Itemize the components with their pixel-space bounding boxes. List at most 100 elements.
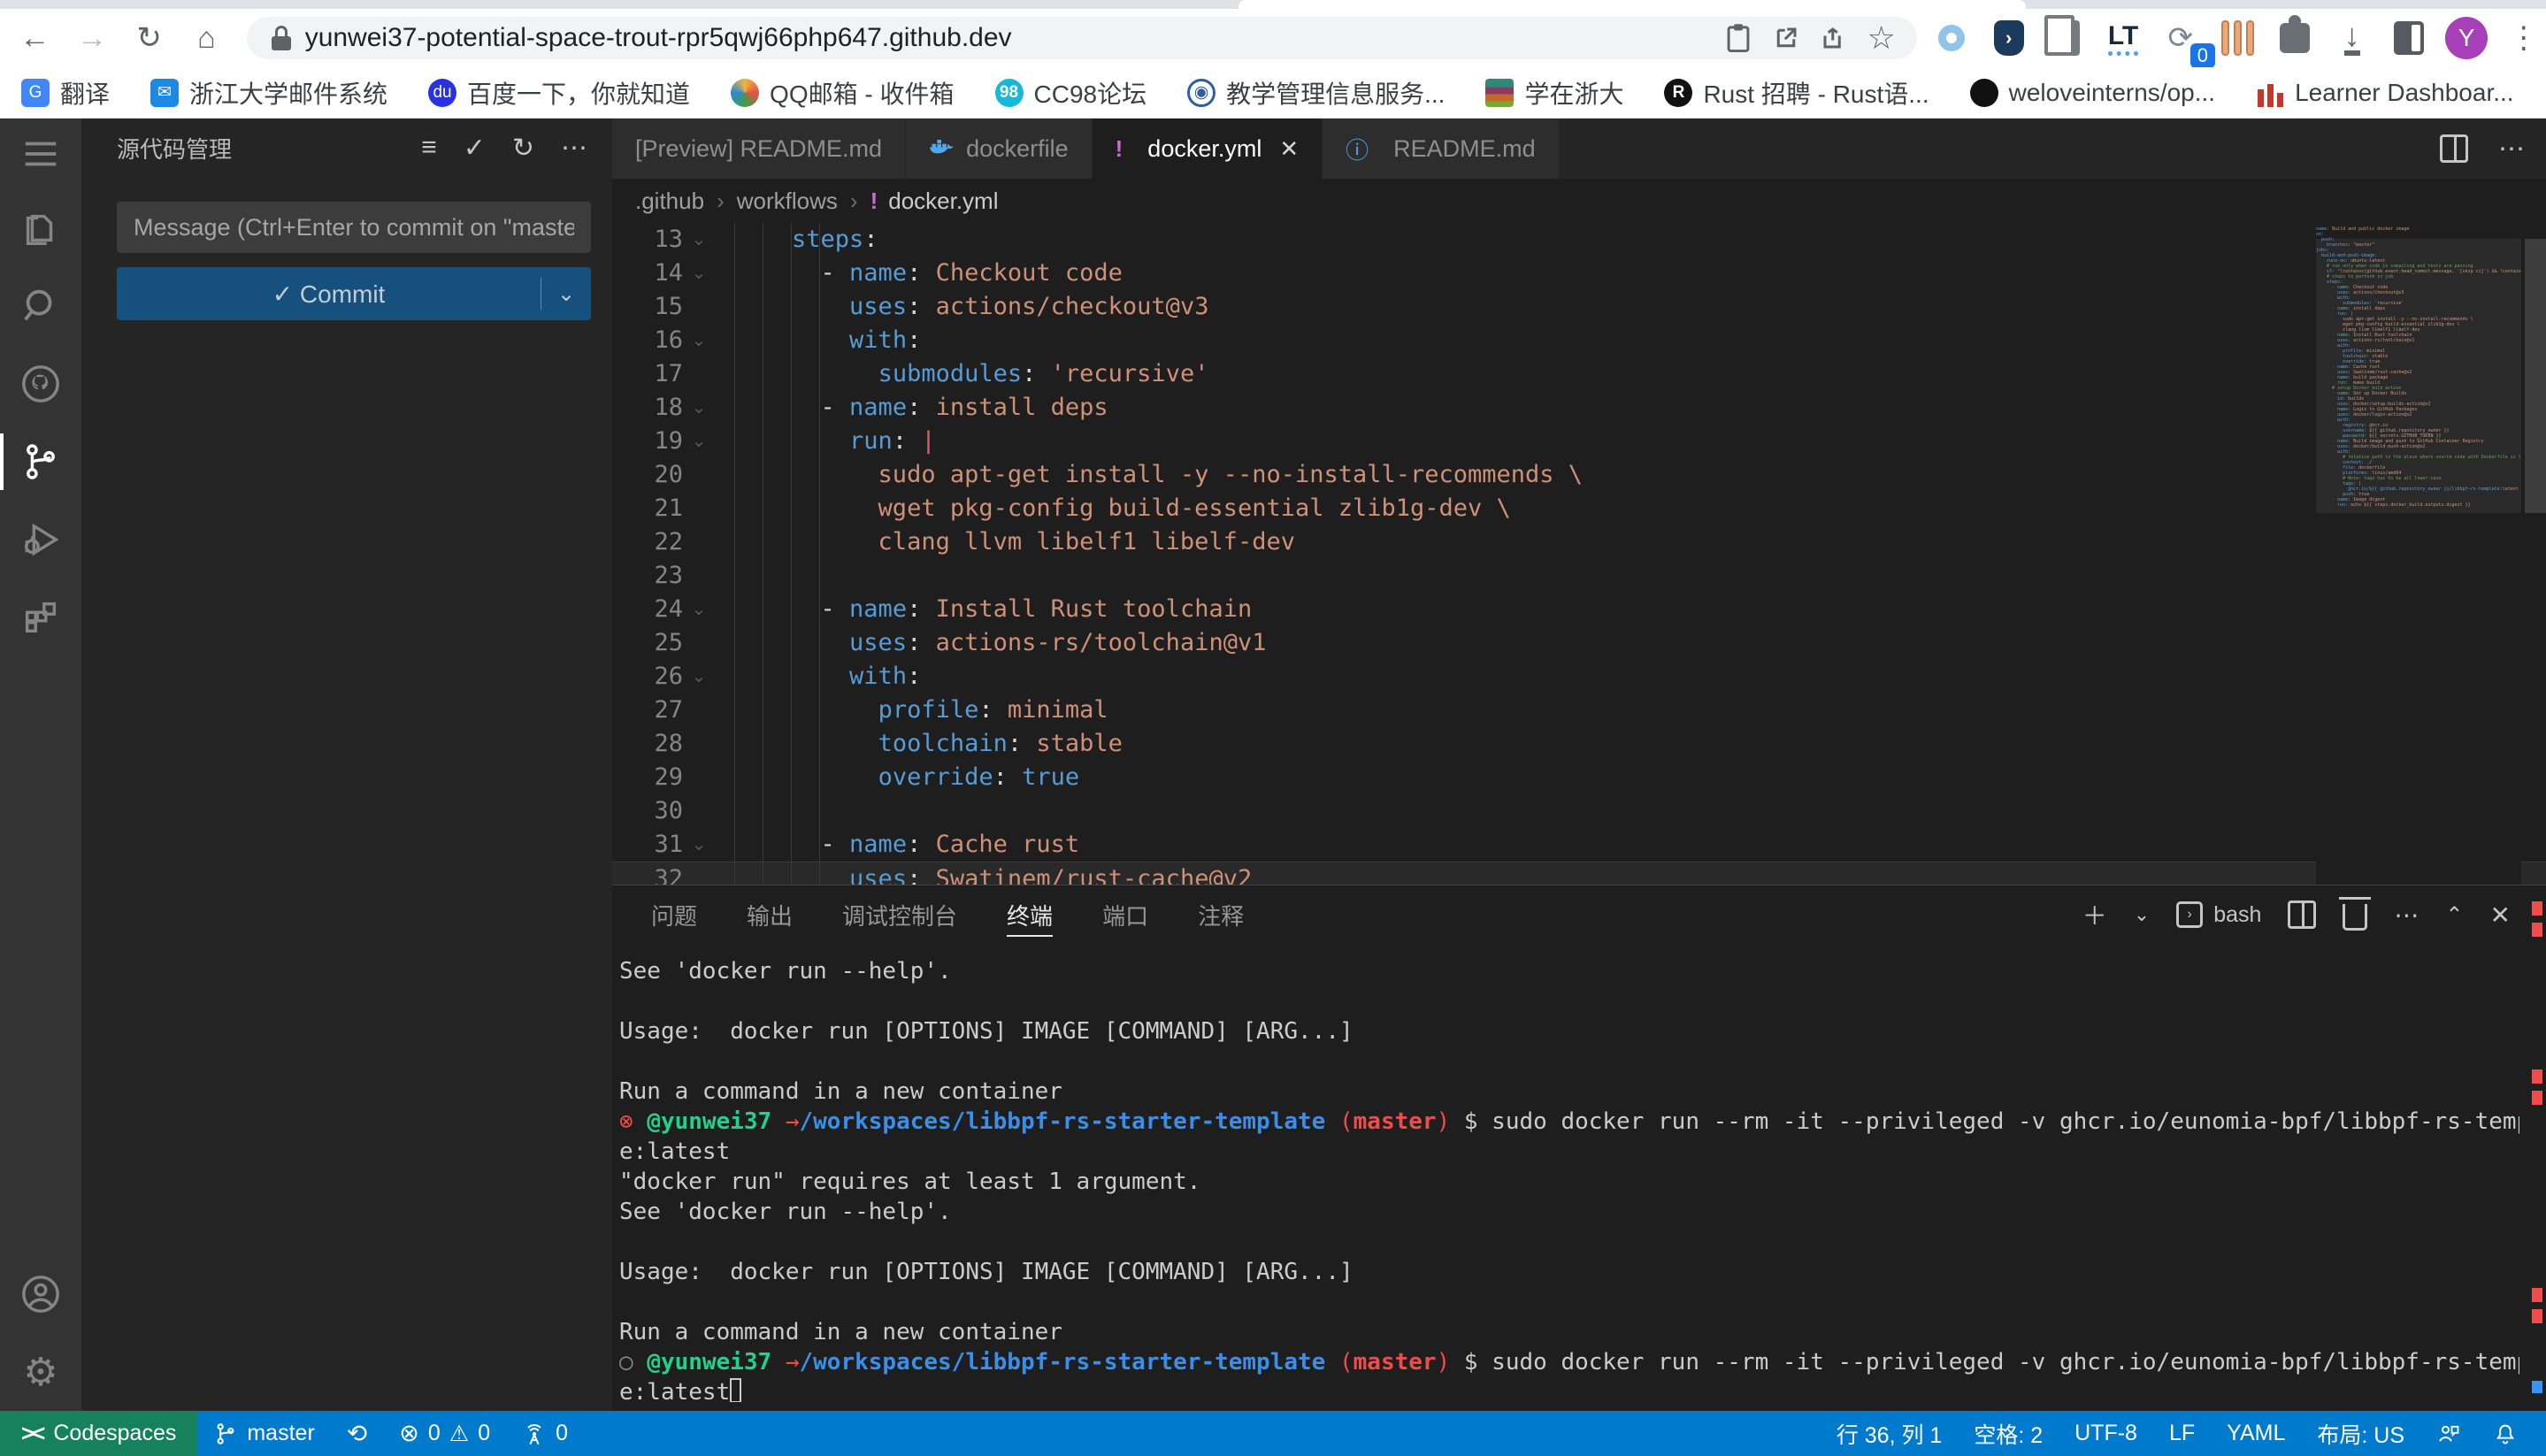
panel-tab[interactable]: 注释 [1198,885,1244,944]
panel-tab[interactable]: 终端 [1007,885,1053,944]
profile-avatar[interactable]: Y [2444,15,2489,61]
account-icon[interactable] [0,1255,81,1333]
terminal-line: See 'docker run --help'. [619,956,2519,986]
terminal-instance[interactable]: › bash [2176,901,2261,928]
editor-tab--preview-readme.md[interactable]: [Preview] README.md [612,119,906,179]
back-button[interactable]: ← [12,15,58,61]
more-actions-icon[interactable]: ⋯ [561,133,587,164]
feedback-icon[interactable] [2420,1411,2477,1456]
browser-active-tab[interactable] [1238,0,2026,9]
extension-sync-icon[interactable]: ⟳0 [2158,15,2203,61]
url-bar[interactable]: yunwei37-potential-space-trout-rpr5qwj66… [247,17,1917,59]
eol-sequence[interactable]: LF [2153,1411,2211,1456]
split-editor-icon[interactable] [2440,134,2468,163]
forward-button[interactable]: → [70,15,115,61]
bookmark-item[interactable]: du百度一下，你就知道 [428,75,690,111]
seal-favicon: ◉ [1187,79,1215,107]
browser-toolbar: ← → ↻ ⌂ yunwei37-potential-space-trout-r… [0,9,2546,67]
new-terminal-icon[interactable]: ＋ [2082,897,2107,932]
indentation[interactable]: 空格: 2 [1958,1411,2059,1456]
github-icon[interactable] [0,345,81,423]
panel-tab[interactable]: 端口 [1102,885,1148,944]
rust-favicon: R [1664,79,1692,107]
minimap-viewport[interactable] [2316,239,2521,513]
kill-terminal-icon[interactable] [2343,904,2367,931]
lock-icon [272,26,291,50]
home-button[interactable]: ⌂ [184,15,229,61]
language-mode[interactable]: YAML [2211,1411,2301,1456]
code-line: 17 submodules: 'recursive' [612,357,2546,391]
bookmark-item[interactable]: Learner Dashboar... [2256,79,2514,107]
bookmark-star-icon[interactable]: ☆ [1862,19,1901,57]
panel-tab[interactable]: 输出 [747,885,793,944]
ports-indicator[interactable]: 0 [506,1411,584,1456]
extension-ring-icon[interactable] [1929,15,1975,61]
code-line: 15 uses: actions/checkout@v3 [612,290,2546,324]
extension-shield-icon[interactable]: › [1986,15,2031,61]
panel-tab[interactable]: 调试控制台 [842,885,957,944]
commit-message-input[interactable] [117,202,591,253]
bookmark-item[interactable]: QQ邮箱 - 收件箱 [731,75,954,111]
panel-tab[interactable]: 问题 [651,885,697,944]
sync-indicator[interactable]: ⟲ [331,1411,383,1456]
side-panel-icon[interactable] [2387,15,2432,61]
url-text[interactable]: yunwei37-potential-space-trout-rpr5qwj66… [305,23,1710,53]
branch-indicator[interactable]: master [197,1411,330,1456]
bookmark-item[interactable]: 98CC98论坛 [995,75,1147,111]
commit-button[interactable]: ✓ Commit ⌄ [117,267,591,320]
editor-more-actions-icon[interactable]: ⋯ [2498,134,2525,165]
languagetool-icon[interactable]: LT [2101,15,2146,61]
shell-label: bash [2213,902,2261,928]
terminal-dropdown-icon[interactable]: ⌄ [2134,903,2150,926]
terminal-line: "docker run" requires at least 1 argumen… [619,1167,2519,1197]
editor-tab-dockerfile[interactable]: dockerfile [906,119,1093,179]
reload-button[interactable]: ↻ [127,15,172,61]
editor-tab-readme.md[interactable]: ⓘREADME.md [1323,119,1560,179]
close-panel-icon[interactable]: ✕ [2490,900,2511,930]
keyboard-layout[interactable]: 布局: US [2301,1411,2420,1456]
menu-hamburger-icon[interactable] [0,119,81,189]
editor-scrollbar[interactable] [2525,239,2546,513]
bookmark-item[interactable]: 学在浙大 [1485,75,1623,111]
notifications-bell-icon[interactable] [2477,1411,2534,1456]
breadcrumb[interactable]: .github› workflows› ! docker.yml [612,179,2546,223]
remote-icon: >< [21,1420,42,1447]
panel-more-actions-icon[interactable]: ⋯ [2394,900,2419,930]
commit-check-icon[interactable]: ✓ [464,133,486,164]
terminal-line: ⊗ @yunwei37 →/workspaces/libbpf-rs-start… [619,1107,2519,1137]
editor-tab-docker.yml[interactable]: !docker.yml✕ [1093,119,1323,179]
bookmark-item[interactable]: RRust 招聘 - Rust语... [1664,75,1929,111]
close-tab-icon[interactable]: ✕ [1279,135,1299,163]
overview-ruler[interactable] [2527,885,2546,1412]
settings-gear-icon[interactable]: ⚙ [0,1333,81,1411]
remote-indicator[interactable]: >< Codespaces [0,1411,197,1456]
bookmark-item[interactable]: G翻译 [21,75,110,111]
problems-indicator[interactable]: ⊗0 ⚠0 [383,1411,506,1456]
open-in-new-icon[interactable] [1767,19,1806,57]
extension-bullets-icon[interactable] [2215,15,2260,61]
extension-pages-icon[interactable] [2044,15,2089,61]
downloads-icon[interactable]: ↓ [2329,15,2374,61]
source-control-icon[interactable] [0,423,81,501]
code-editor[interactable]: 13⌄ steps:14⌄ - name: Checkout code15 us… [612,223,2546,885]
bookmark-item[interactable]: ◉教学管理信息服务... [1187,75,1445,111]
view-as-list-icon[interactable]: ≡ [421,133,437,163]
search-icon[interactable] [0,267,81,345]
maximize-panel-icon[interactable]: ⌃ [2445,902,2463,928]
extensions-icon[interactable] [0,579,81,656]
browser-menu-icon[interactable]: ⋮ [2501,15,2546,61]
split-terminal-icon[interactable] [2288,900,2316,929]
clipboard-icon[interactable] [1719,19,1758,57]
bookmark-item[interactable]: ✉浙江大学邮件系统 [150,75,387,111]
cursor-position[interactable]: 行 36, 列 1 [1821,1411,1959,1456]
encoding[interactable]: UTF-8 [2059,1411,2153,1456]
bookmark-item[interactable]: weloveinterns/op... [1970,79,2215,107]
refresh-icon[interactable]: ↻ [512,133,534,164]
terminal-output[interactable]: See 'docker run --help'.Usage: docker ru… [619,956,2519,1402]
run-debug-icon[interactable] [0,501,81,579]
share-icon[interactable] [1814,19,1853,57]
indent-guide [734,223,735,885]
extensions-puzzle-icon[interactable] [2273,15,2318,61]
explorer-icon[interactable] [0,189,81,267]
commit-dropdown-icon[interactable]: ⌄ [541,281,591,307]
